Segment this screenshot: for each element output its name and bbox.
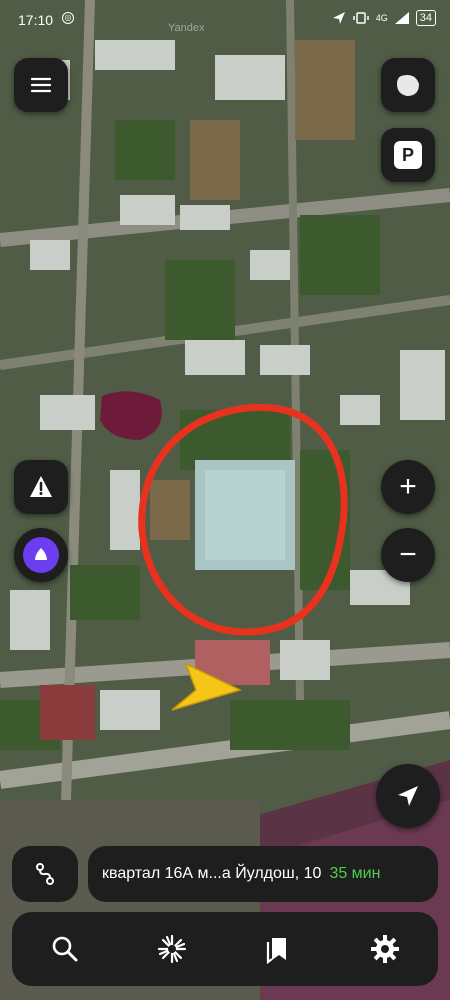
status-right: 4G 34 (332, 10, 436, 26)
layers-button[interactable] (381, 58, 435, 112)
bottom-nav (12, 912, 438, 986)
route-eta: 35 мин (329, 865, 381, 882)
tab-settings[interactable] (355, 919, 415, 979)
search-icon (52, 936, 78, 962)
parking-label: P (401, 144, 414, 165)
route-options-button[interactable] (12, 846, 78, 902)
road-alert-button[interactable] (14, 460, 68, 514)
route-icon (36, 863, 54, 885)
road-alert-icon (30, 476, 52, 497)
menu-button[interactable] (14, 58, 68, 112)
locate-me-button[interactable] (376, 764, 440, 828)
alice-assistant-icon (23, 537, 59, 573)
vibrate-icon (352, 12, 369, 24)
parking-button[interactable]: P (381, 128, 435, 182)
alice-button[interactable] (14, 528, 68, 582)
battery-indicator: 34 (415, 10, 436, 26)
zoom-in-label: + (399, 470, 417, 503)
route-summary[interactable]: квартал 16А м...а Йулдош, 10 35 мин (88, 846, 438, 902)
hamburger-icon (30, 77, 52, 93)
navigation-arrow-icon (398, 786, 418, 806)
zoom-in-button[interactable]: + (381, 460, 435, 514)
status-bar: 17:10 ◎ 4G 34 (0, 0, 450, 40)
tab-bookmarks[interactable] (248, 919, 308, 979)
status-time: 17:10 (18, 12, 54, 28)
parking-icon: P (394, 141, 422, 169)
tab-search[interactable] (35, 919, 95, 979)
discovery-icon (157, 934, 186, 964)
zoom-out-label: − (399, 538, 417, 571)
map-watermark: Yandex (168, 22, 205, 34)
zoom-out-button[interactable]: − (381, 528, 435, 582)
bookmarks-icon (267, 938, 287, 964)
route-destination: квартал 16А м...а Йулдош, 10 (102, 865, 322, 882)
route-bar: квартал 16А м...а Йулдош, 10 35 мин (12, 846, 438, 902)
tab-discovery[interactable] (142, 919, 202, 979)
network-label: 4G (375, 13, 388, 23)
settings-icon (370, 935, 399, 963)
location-icon (332, 12, 345, 24)
layers-icon (397, 75, 419, 96)
notification-icon: ◎ (62, 12, 74, 24)
signal-icon (394, 12, 409, 24)
